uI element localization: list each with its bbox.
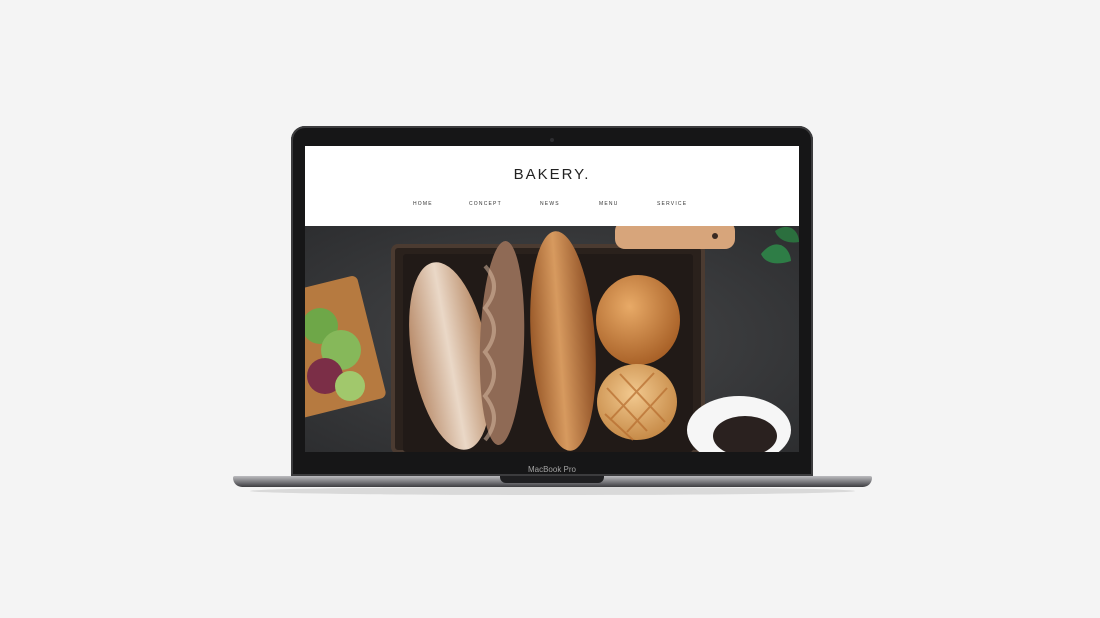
laptop-screen: BAKERY. HOME CONCEPT NEWS MENU SERVICE: [305, 146, 799, 452]
round-bun: [596, 275, 680, 365]
nav-item-menu[interactable]: MENU: [599, 201, 619, 207]
nav-item-service[interactable]: SERVICE: [657, 201, 687, 207]
laptop-notch: [500, 476, 604, 483]
laptop-shadow: [250, 487, 855, 495]
bakery-photo: [305, 221, 799, 452]
nav-item-concept[interactable]: CONCEPT: [469, 201, 502, 207]
melon-bread: [597, 364, 677, 440]
nav-item-news[interactable]: NEWS: [540, 201, 560, 207]
site-header: BAKERY. HOME CONCEPT NEWS MENU SERVICE: [305, 146, 799, 226]
hero-image: [305, 221, 799, 452]
site-logo[interactable]: BAKERY.: [305, 166, 799, 183]
nav-item-home[interactable]: HOME: [413, 201, 433, 207]
laptop-model-label: MacBook Pro: [527, 465, 577, 474]
camera-icon: [550, 138, 554, 142]
laptop-lid: BAKERY. HOME CONCEPT NEWS MENU SERVICE M…: [291, 126, 813, 476]
laptop-base: [233, 476, 872, 487]
